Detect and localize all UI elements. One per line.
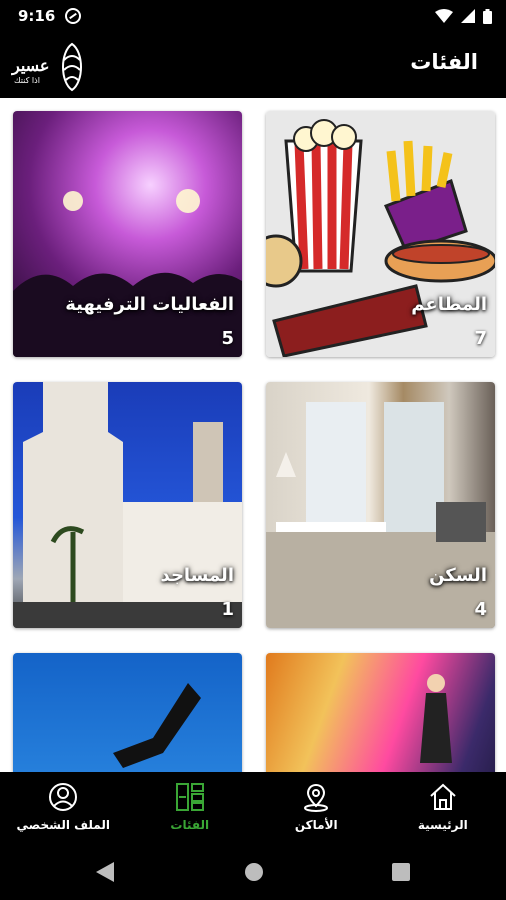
do-not-disturb-icon: [65, 8, 82, 24]
category-card-restaurants[interactable]: المطاعم 7: [266, 111, 495, 357]
category-count: 7: [474, 328, 487, 349]
nav-home-label: الرئيسية: [417, 818, 468, 832]
mosques-image: [13, 382, 242, 628]
categories-icon: [175, 783, 204, 811]
system-navigation-bar: [0, 842, 506, 900]
category-count: 4: [474, 599, 487, 620]
category-card-sports[interactable]: [13, 653, 242, 772]
home-icon: [430, 783, 456, 810]
nav-profile[interactable]: الملف الشخصي: [0, 772, 127, 842]
category-card-shopping[interactable]: [266, 653, 495, 772]
logo-subtext: اذا كنتك: [14, 76, 40, 85]
nav-profile-label: الملف الشخصي: [16, 818, 110, 832]
restaurants-image: [266, 111, 495, 357]
category-name: المطاعم: [411, 294, 487, 315]
recents-icon[interactable]: [392, 863, 410, 881]
back-icon[interactable]: [96, 862, 114, 882]
nav-home[interactable]: الرئيسية: [380, 772, 506, 842]
sports-image: [13, 653, 242, 772]
asir-logo: عسير اذا كنتك: [12, 38, 92, 94]
nav-places-label: الأماكن: [294, 818, 338, 832]
logo-emblem-icon: [62, 42, 82, 92]
category-card-mosques[interactable]: المساجد 1: [13, 382, 242, 628]
page-title: الفئات: [410, 50, 478, 74]
nav-places[interactable]: الأماكن: [253, 772, 380, 842]
housing-image: [266, 382, 495, 628]
category-count: 5: [221, 328, 234, 349]
category-name: المساجد: [160, 565, 234, 586]
category-card-entertainment[interactable]: الفعاليات الترفيهية 5: [13, 111, 242, 357]
nav-categories[interactable]: الفئات: [127, 772, 254, 842]
events-image: [13, 111, 242, 357]
status-time: 9:16: [18, 7, 56, 25]
bottom-navigation: الملف الشخصي الفئات الأماكن الرئيسية: [0, 772, 506, 842]
category-count: 1: [221, 599, 234, 620]
signal-icon: [461, 9, 475, 23]
home-circle-icon[interactable]: [244, 862, 264, 882]
profile-icon: [49, 783, 78, 811]
logo-text: عسير: [12, 56, 50, 75]
wifi-icon: [435, 9, 453, 23]
shopping-image: [266, 653, 495, 772]
status-icons: [435, 8, 492, 24]
nav-categories-label: الفئات: [170, 818, 210, 832]
categories-grid: المطاعم 7 الفعاليات الترفيهية 5 السكن 4 …: [0, 98, 506, 772]
category-name: السكن: [429, 565, 487, 586]
battery-icon: [483, 8, 492, 24]
category-name: الفعاليات الترفيهية: [65, 294, 234, 315]
category-card-housing[interactable]: السكن 4: [266, 382, 495, 628]
app-bar: عسير اذا كنتك الفئات: [0, 32, 506, 98]
map-pin-icon: [304, 783, 329, 812]
status-bar: 9:16: [0, 0, 506, 32]
